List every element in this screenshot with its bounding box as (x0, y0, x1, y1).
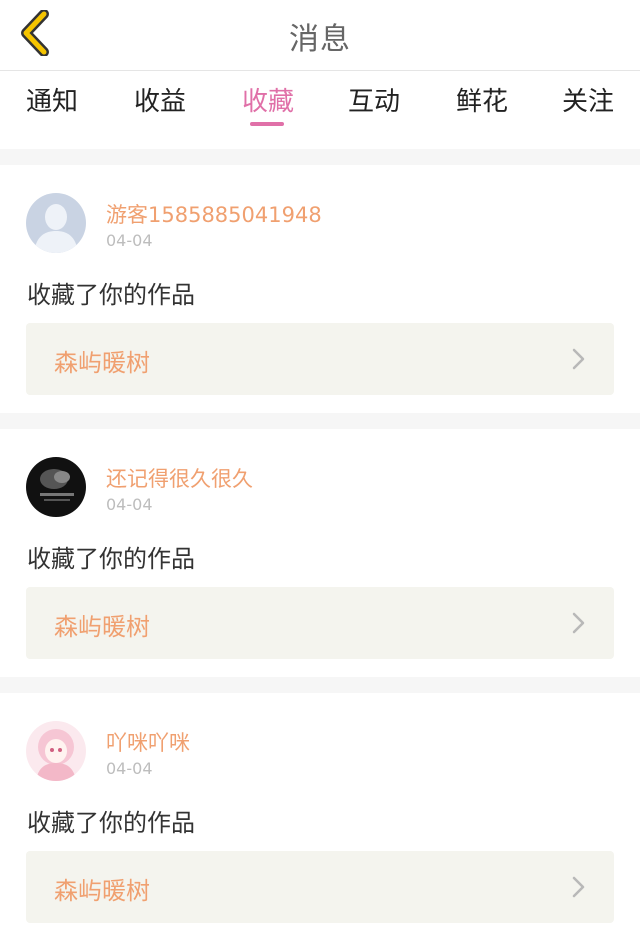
work-title: 森屿暖树 (54, 613, 150, 641)
tab-interactions[interactable]: 互动 (348, 81, 400, 118)
chevron-right-icon (572, 876, 585, 898)
avatar[interactable] (26, 721, 86, 781)
work-link[interactable]: 森屿暖树 (26, 851, 614, 923)
avatar[interactable] (26, 457, 86, 517)
message-action-text: 收藏了你的作品 (27, 281, 195, 309)
chevron-right-icon (572, 612, 585, 634)
chevron-right-icon (572, 348, 585, 370)
work-link[interactable]: 森屿暖树 (26, 587, 614, 659)
tab-follows[interactable]: 关注 (562, 81, 614, 118)
anime-girl-avatar (26, 721, 86, 781)
username[interactable]: 游客1585885041948 (106, 199, 322, 229)
username[interactable]: 还记得很久很久 (106, 463, 253, 493)
message-action-text: 收藏了你的作品 (27, 545, 195, 573)
section-divider (0, 413, 640, 429)
work-title: 森屿暖树 (54, 349, 150, 377)
message-action-text: 收藏了你的作品 (27, 809, 195, 837)
tab-favorites[interactable]: 收藏 (242, 81, 294, 118)
avatar[interactable] (26, 193, 86, 253)
work-link[interactable]: 森屿暖树 (26, 323, 614, 395)
message-item: 吖咪吖咪 04-04 收藏了你的作品 森屿暖树 (0, 693, 640, 928)
message-date: 04-04 (106, 495, 153, 514)
username[interactable]: 吖咪吖咪 (106, 727, 190, 757)
message-date: 04-04 (106, 759, 153, 778)
tab-flowers[interactable]: 鲜花 (456, 81, 508, 118)
message-item: 游客1585885041948 04-04 收藏了你的作品 森屿暖树 (0, 165, 640, 413)
tab-earnings[interactable]: 收益 (134, 81, 186, 118)
dark-photo-avatar (26, 457, 86, 517)
section-divider (0, 149, 640, 165)
tab-bar: 通知 收益 收藏 互动 鲜花 关注 (0, 71, 640, 149)
message-date: 04-04 (106, 231, 153, 250)
active-tab-indicator (250, 122, 284, 126)
page-title: 消息 (289, 22, 351, 57)
message-item: 还记得很久很久 04-04 收藏了你的作品 森屿暖树 (0, 429, 640, 677)
work-title: 森屿暖树 (54, 877, 150, 905)
section-divider (0, 677, 640, 693)
default-avatar-icon (26, 193, 86, 253)
tab-notifications[interactable]: 通知 (26, 81, 78, 118)
top-nav-bar: 消息 (0, 0, 640, 70)
